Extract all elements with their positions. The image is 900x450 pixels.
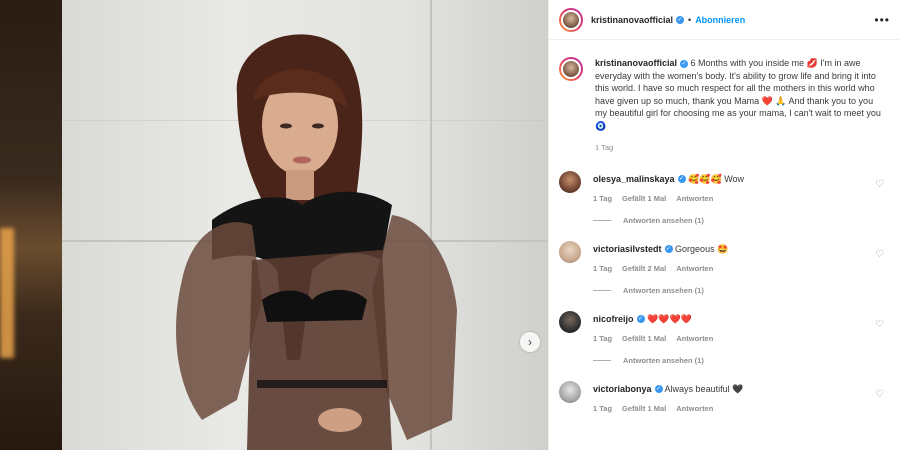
verified-badge-icon: ✓: [636, 315, 645, 324]
more-options-icon[interactable]: •••: [874, 13, 890, 27]
caption-text: 6 Months with you inside me 💋 I'm in awe…: [595, 58, 881, 131]
author-avatar[interactable]: [559, 7, 583, 32]
comment-reply-button[interactable]: Antworten: [676, 334, 713, 343]
separator-dot: •: [688, 14, 692, 25]
comment-avatar[interactable]: [559, 380, 581, 403]
post-photo[interactable]: ›: [0, 0, 548, 450]
post-detail-panel: kristinanovaofficial ✓ • Abonnieren ••• …: [548, 0, 900, 450]
comment-reply-button[interactable]: Antworten: [676, 404, 713, 413]
follow-button[interactable]: Abonnieren: [695, 15, 745, 25]
comment-avatar[interactable]: [559, 310, 581, 333]
comment-item: nicofreijo ✓ ❤️❤️❤️❤️ 1 Tag Gefällt 1 Mal…: [559, 310, 890, 365]
post-caption: kristinanovaofficial ✓ 6 Months with you …: [559, 41, 890, 155]
like-heart-icon[interactable]: ♡: [875, 319, 884, 330]
comment-time[interactable]: 1 Tag: [593, 334, 612, 343]
comment-time[interactable]: 1 Tag: [593, 404, 612, 413]
chevron-right-icon: ›: [528, 335, 532, 349]
comment-text: Always beautiful 🖤: [664, 383, 744, 394]
view-replies-label: Antworten ansehen (1): [623, 215, 704, 225]
comment-reply-button[interactable]: Antworten: [676, 264, 713, 273]
like-heart-icon[interactable]: ♡: [875, 389, 884, 400]
comment-item: victoriasilvstedt ✓ Gorgeous 🤩 1 Tag Gefä…: [559, 240, 890, 295]
like-heart-icon[interactable]: ♡: [875, 179, 884, 190]
caption-username[interactable]: kristinanovaofficial: [595, 58, 677, 68]
author-username[interactable]: kristinanovaofficial: [591, 15, 673, 25]
comment-likes[interactable]: Gefällt 1 Mal: [622, 404, 666, 413]
verified-badge-icon: ✓: [680, 59, 689, 68]
comment-reply-button[interactable]: Antworten: [676, 194, 713, 203]
comment-time[interactable]: 1 Tag: [593, 194, 612, 203]
view-replies-button[interactable]: Antworten ansehen (1): [593, 286, 873, 295]
comment-avatar[interactable]: [559, 240, 581, 263]
caption-author-avatar[interactable]: [559, 57, 583, 81]
photo-background-left: [0, 0, 62, 450]
comment-text: 🥰🥰🥰 Wow: [688, 173, 745, 184]
photo-lamp-glow: [0, 228, 14, 358]
view-replies-label: Antworten ansehen (1): [623, 285, 704, 295]
caption-time[interactable]: 1 Tag: [595, 142, 885, 155]
comment-item: olesya_malinskaya ✓ 🥰🥰🥰 Wow 1 Tag Gefällt…: [559, 170, 890, 225]
view-replies-button[interactable]: Antworten ansehen (1): [593, 216, 873, 225]
verified-badge-icon: ✓: [676, 15, 685, 24]
comment-username[interactable]: nicofreijo: [593, 314, 634, 324]
post-header: kristinanovaofficial ✓ • Abonnieren •••: [549, 0, 900, 40]
comment-likes[interactable]: Gefällt 1 Mal: [622, 334, 666, 343]
woman-figure: [176, 34, 457, 450]
comments-scroll-area[interactable]: kristinanovaofficial ✓ 6 Months with you …: [549, 41, 900, 450]
comment-item: victoriabonya ✓ Always beautiful 🖤 1 Tag …: [559, 380, 890, 413]
view-replies-button[interactable]: Antworten ansehen (1): [593, 356, 873, 365]
comment-text: ❤️❤️❤️❤️: [647, 313, 692, 324]
comment-likes[interactable]: Gefällt 2 Mal: [622, 264, 666, 273]
next-image-button[interactable]: ›: [520, 332, 540, 352]
comment-username[interactable]: olesya_malinskaya: [593, 174, 675, 184]
verified-badge-icon: ✓: [677, 175, 686, 184]
comment-text: Gorgeous 🤩: [675, 243, 729, 254]
comment-username[interactable]: victoriabonya: [593, 384, 652, 394]
comment-time[interactable]: 1 Tag: [593, 264, 612, 273]
comment-username[interactable]: victoriasilvstedt: [593, 244, 662, 254]
view-replies-label: Antworten ansehen (1): [623, 355, 704, 365]
verified-badge-icon: ✓: [664, 245, 673, 254]
comment-likes[interactable]: Gefällt 1 Mal: [622, 194, 666, 203]
like-heart-icon[interactable]: ♡: [875, 249, 884, 260]
comment-avatar[interactable]: [559, 170, 581, 193]
verified-badge-icon: ✓: [654, 385, 663, 394]
